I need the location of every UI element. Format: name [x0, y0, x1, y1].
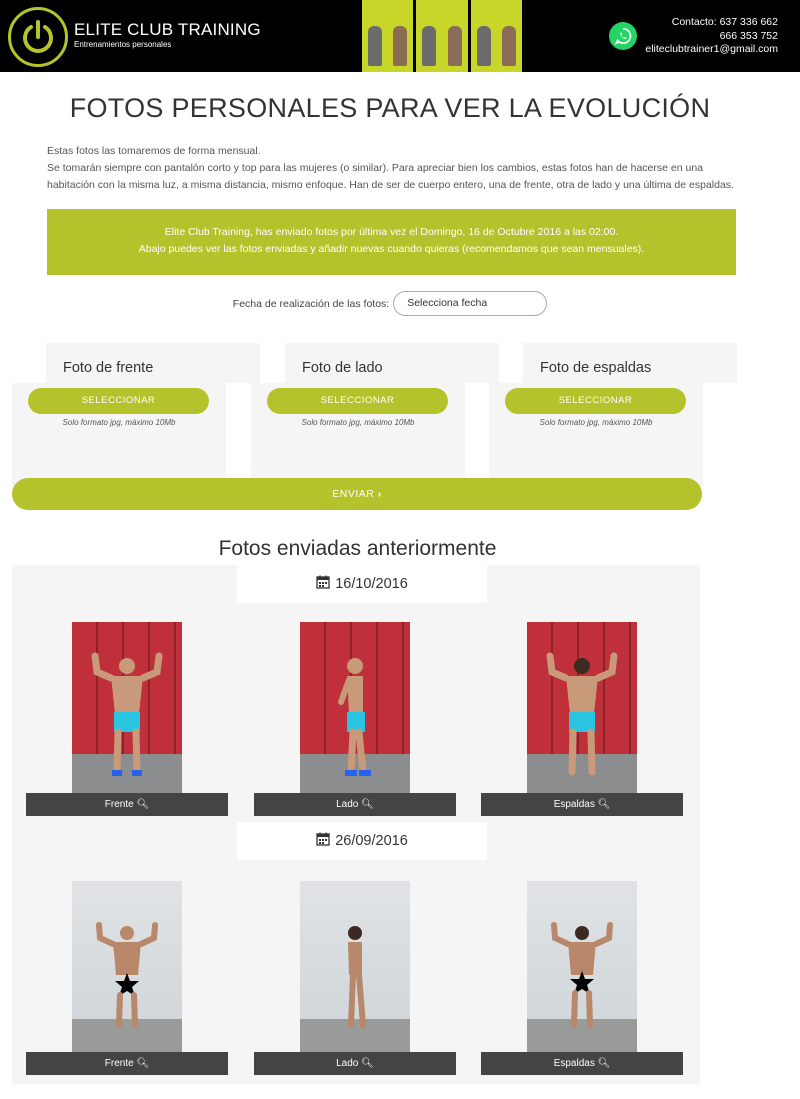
notice-line: Elite Club Training, has enviado fotos p…: [164, 226, 619, 238]
header-banner[interactable]: [362, 0, 522, 72]
page-title: FOTOS PERSONALES PARA VER LA EVOLUCIÓN: [69, 93, 711, 123]
upload-card-side: Foto de lado SELECCIONAR Solo formato jp…: [251, 343, 499, 487]
power-logo-icon[interactable]: [8, 7, 68, 67]
photo-thumbnail-back[interactable]: [527, 622, 637, 794]
caption-label: Espaldas: [553, 799, 595, 810]
zoom-icon: 🔍︎: [361, 1058, 374, 1069]
intro-paragraph: Se tomarán siempre con pantalón corto y …: [47, 162, 734, 191]
photo-thumbnail-front[interactable]: [72, 881, 182, 1053]
whatsapp-icon[interactable]: [609, 22, 637, 50]
photo-caption[interactable]: Frente 🔍︎: [26, 1052, 228, 1075]
upload-hint: Solo formato jpg, máximo 10Mb: [539, 418, 653, 427]
banner-image: [362, 0, 414, 72]
contact-info: Contacto: 637 336 662 666 353 752 elitec…: [645, 16, 778, 57]
send-button-label: ENVIAR: [332, 488, 375, 500]
chevron-right-icon: ›: [377, 488, 382, 500]
select-back-button[interactable]: SELECCIONAR: [505, 388, 686, 414]
date-picker-input[interactable]: Selecciona fecha: [393, 291, 548, 316]
caption-label: Lado: [336, 799, 359, 810]
date-label: Fecha de realización de las fotos:: [232, 297, 390, 310]
upload-label: Foto de lado: [302, 360, 383, 376]
photo-thumbnail-side[interactable]: [300, 881, 410, 1053]
intro-line: Estas fotos las tomaremos de forma mensu…: [47, 145, 261, 157]
photo-thumbnail-front[interactable]: [72, 622, 182, 794]
upload-card-front: Foto de frente SELECCIONAR Solo formato …: [12, 343, 260, 487]
group-date: 16/10/2016: [237, 565, 487, 603]
brand-subtitle: Entrenamientos personales: [74, 40, 172, 49]
caption-label: Frente: [104, 1058, 134, 1069]
brand-title[interactable]: ELITE CLUB TRAINING: [74, 20, 261, 40]
upload-hint: Solo formato jpg, máximo 10Mb: [301, 418, 415, 427]
photo-caption[interactable]: Espaldas 🔍︎: [481, 1052, 683, 1075]
notice-line: Abajo puedes ver las fotos enviadas y añ…: [138, 243, 645, 255]
send-button[interactable]: ENVIAR ›: [12, 478, 702, 510]
intro-text: Estas fotos las tomaremos de forma mensu…: [47, 143, 747, 194]
contact-email[interactable]: eliteclubtrainer1@gmail.com: [645, 43, 778, 57]
photo-caption[interactable]: Lado 🔍︎: [254, 1052, 456, 1075]
caption-label: Lado: [336, 1058, 359, 1069]
zoom-icon: 🔍︎: [136, 799, 150, 810]
select-front-button[interactable]: SELECCIONAR: [28, 388, 209, 414]
caption-label: Espaldas: [553, 1058, 595, 1069]
upload-label: Foto de frente: [63, 360, 154, 376]
photo-date-row: Fecha de realización de las fotos: Selec…: [0, 291, 780, 316]
calendar-icon: [316, 575, 330, 593]
zoom-icon: 🔍︎: [136, 1058, 150, 1069]
zoom-icon: 🔍︎: [597, 799, 611, 810]
upload-card-back: Foto de espaldas SELECCIONAR Solo format…: [489, 343, 737, 487]
upload-label: Foto de espaldas: [540, 360, 652, 376]
group-date-text: 26/09/2016: [335, 833, 408, 849]
photo-thumbnail-back[interactable]: [527, 881, 637, 1053]
site-header: ELITE CLUB TRAINING Entrenamientos perso…: [0, 0, 800, 72]
previous-photos-title: Fotos enviadas anteriormente: [218, 537, 497, 560]
zoom-icon: 🔍︎: [597, 1058, 611, 1069]
contact-phone-1: Contacto: 637 336 662: [671, 16, 778, 28]
photo-caption[interactable]: Lado 🔍︎: [254, 793, 456, 816]
group-date-text: 16/10/2016: [335, 576, 408, 592]
caption-label: Frente: [104, 799, 134, 810]
photo-thumbnail-side[interactable]: [300, 622, 410, 794]
banner-image: [416, 0, 468, 72]
group-date: 26/09/2016: [237, 822, 487, 860]
banner-image: [470, 0, 522, 72]
upload-hint: Solo formato jpg, máximo 10Mb: [62, 418, 176, 427]
contact-phone-2: 666 353 752: [719, 29, 778, 42]
photo-caption[interactable]: Frente 🔍︎: [26, 793, 228, 816]
select-side-button[interactable]: SELECCIONAR: [267, 388, 448, 414]
photo-caption[interactable]: Espaldas 🔍︎: [481, 793, 683, 816]
zoom-icon: 🔍︎: [361, 799, 374, 810]
last-upload-notice: Elite Club Training, has enviado fotos p…: [47, 209, 736, 275]
calendar-icon: [316, 832, 330, 850]
